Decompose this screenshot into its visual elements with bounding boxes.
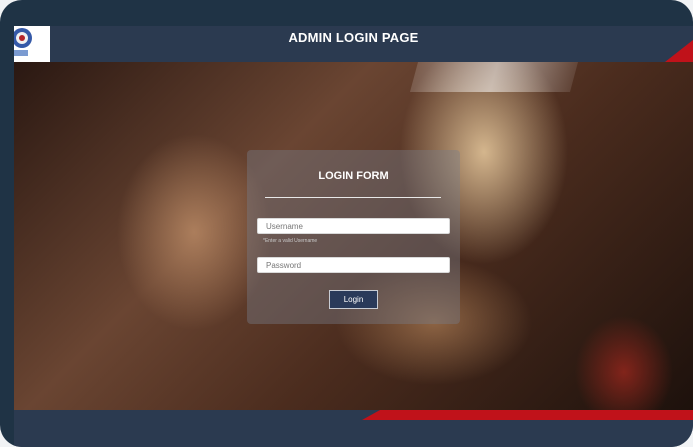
emblem-logo-icon [12, 26, 50, 62]
password-input[interactable] [257, 257, 450, 273]
page-title: ADMIN LOGIN PAGE [288, 30, 419, 45]
title-divider [265, 197, 441, 198]
shoulder-title-patch [409, 62, 579, 92]
login-button[interactable]: Login [329, 290, 378, 309]
footer-accent-stripe [362, 410, 693, 420]
header-bar: ADMIN LOGIN PAGE [14, 26, 693, 63]
login-form-card: LOGIN FORM *Enter a valid Username Login [247, 150, 460, 324]
username-input[interactable] [257, 218, 450, 234]
header-accent-stripe [665, 40, 693, 62]
username-hint: *Enter a valid Username [263, 238, 318, 244]
login-form-title: LOGIN FORM [318, 170, 389, 182]
app-frame: ADMIN LOGIN PAGE LOGIN FORM *Enter a val… [0, 0, 693, 447]
